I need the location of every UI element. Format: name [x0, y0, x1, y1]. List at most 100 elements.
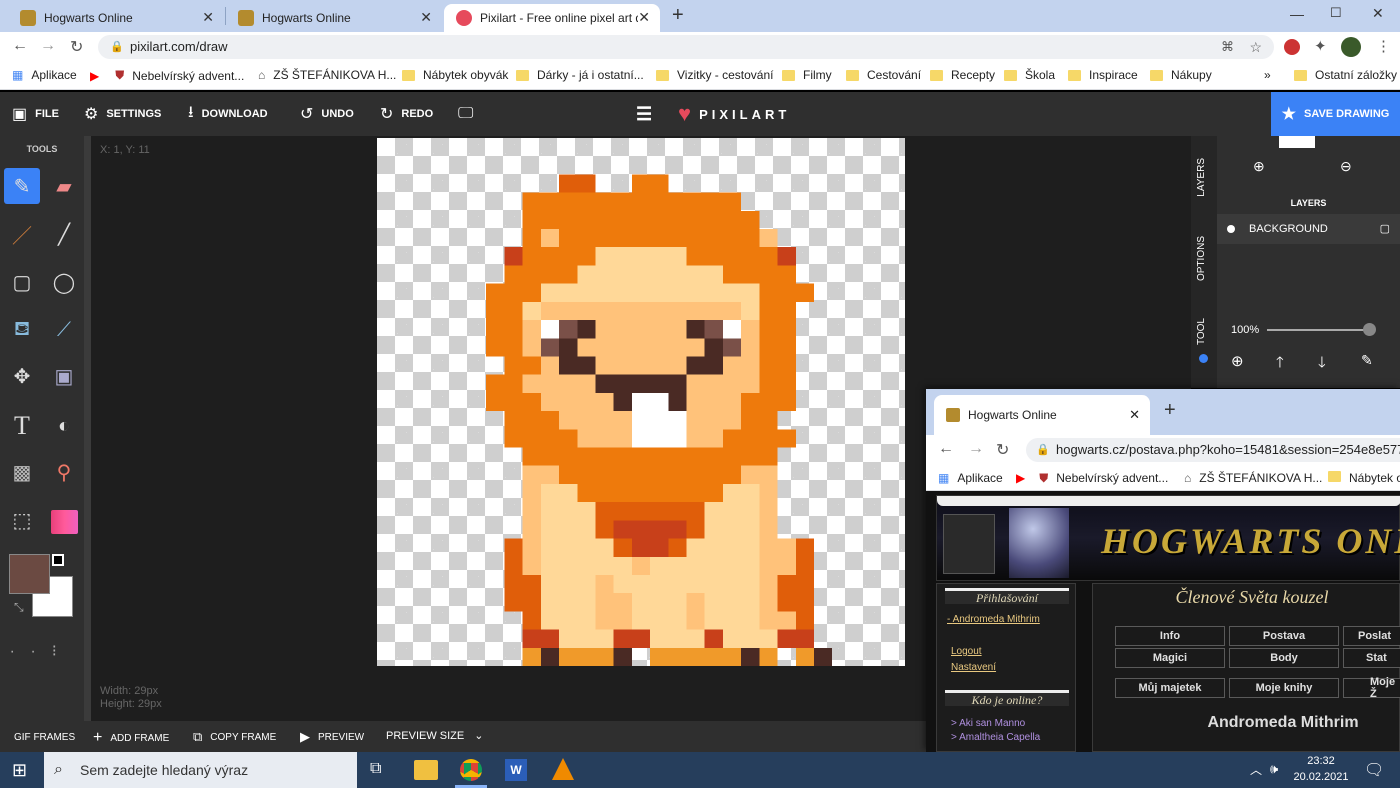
task-view-icon[interactable]: ⧉	[370, 760, 381, 778]
tab-tool[interactable]: TOOL	[1196, 318, 1207, 345]
lighten-tool-icon[interactable]: ◐	[46, 408, 82, 444]
primary-color-swatch[interactable]	[9, 554, 50, 594]
profile-avatar[interactable]	[1341, 37, 1361, 57]
zoom-in-icon[interactable]: ⊕	[1253, 158, 1265, 175]
gif-frames-label[interactable]: GIF FRAMES	[14, 732, 75, 743]
postava-button[interactable]: Postava	[1229, 626, 1339, 646]
opacity-slider[interactable]	[1267, 329, 1367, 331]
close-tab-icon[interactable]: ✕	[638, 9, 650, 26]
browser-tab[interactable]: Hogwarts Online ✕	[226, 4, 442, 32]
reload-icon[interactable]: ↻	[70, 37, 83, 57]
more-icon[interactable]: ⋮	[1376, 37, 1391, 55]
bookmark-apps[interactable]: ▦ Aplikace	[938, 471, 1003, 485]
circle-tool-icon[interactable]: ◯	[46, 264, 82, 300]
hamburger-menu-icon[interactable]: ☰	[636, 92, 652, 136]
translate-icon[interactable]: ⌘	[1221, 35, 1234, 59]
fullscreen-button[interactable]: 🖵	[458, 92, 481, 136]
bookmark[interactable]: Cestování	[846, 68, 921, 82]
bookmark[interactable]: Dárky - já i ostatní...	[516, 68, 644, 82]
download-button[interactable]: ⭳ DOWNLOAD	[188, 92, 268, 136]
line-tool-icon[interactable]: ╱	[46, 216, 82, 252]
online-user-link[interactable]: > Aki san Manno	[951, 718, 1025, 729]
opacity-slider-handle[interactable]	[1363, 323, 1376, 336]
tab-options[interactable]: OPTIONS	[1196, 236, 1207, 281]
body-button[interactable]: Body	[1229, 648, 1339, 668]
user-link[interactable]: - Andromeda Mithrim	[947, 614, 1040, 625]
browser-tab[interactable]: Hogwarts Online ✕	[8, 4, 224, 32]
puzzle-icon[interactable]: ✦	[1314, 37, 1327, 55]
brush-tool-icon[interactable]: ／	[4, 216, 40, 252]
bookmark-other[interactable]: Ostatní záložky	[1294, 68, 1397, 82]
stamp-tool-icon[interactable]: ⚲	[46, 454, 82, 490]
layer-visibility-icon[interactable]	[1227, 225, 1235, 233]
bookmark[interactable]: ⌂ ZŠ ŠTEFÁNIKOVA H...	[258, 68, 396, 82]
canvas-preview-thumbnail[interactable]	[1279, 136, 1315, 148]
close-tab-icon[interactable]: ✕	[202, 9, 214, 26]
maximize-icon[interactable]: ☐	[1330, 5, 1342, 21]
dither-tool-icon[interactable]: ▩	[4, 454, 40, 490]
bookmark[interactable]: ▶ ⛊ Nebelvírský advent...	[1016, 471, 1168, 486]
poslat-button[interactable]: Poslat	[1343, 626, 1400, 646]
bookmark[interactable]: Inspirace	[1068, 68, 1138, 82]
bookmark[interactable]: Škola	[1004, 68, 1055, 82]
new-tab-icon[interactable]: +	[1164, 399, 1176, 422]
bookmark[interactable]: ⌂ ZŠ ŠTEFÁNIKOVA H...	[1184, 471, 1322, 485]
file-explorer-icon[interactable]	[414, 760, 438, 780]
new-tab-icon[interactable]: +	[672, 4, 684, 27]
bookmarks-overflow[interactable]: »	[1264, 68, 1271, 82]
bookmark[interactable]: Nábytek obyvák	[402, 68, 508, 82]
eyedropper-tool-icon[interactable]: ⟋	[46, 312, 82, 348]
show-hidden-icons-chevron[interactable]: ︿	[1250, 761, 1262, 778]
tab-layers[interactable]: LAYERS	[1196, 158, 1207, 197]
info-button[interactable]: Info	[1115, 626, 1225, 646]
add-layer-icon[interactable]: ⊕	[1231, 352, 1244, 370]
bookmark[interactable]: Nábytek ob	[1328, 471, 1400, 485]
minimize-icon[interactable]: —	[1290, 6, 1304, 22]
rectangle-tool-icon[interactable]: ▢	[4, 264, 40, 300]
settings-button[interactable]: ⚙ SETTINGS	[84, 92, 161, 136]
bookmark[interactable]: Filmy	[782, 68, 832, 82]
url-field[interactable]: 🔒 hogwarts.cz/postava.php?koho=15481&ses…	[1026, 438, 1400, 462]
reload-icon[interactable]: ↻	[996, 440, 1009, 460]
preview-size-dropdown[interactable]: PREVIEW SIZE ⌄	[386, 729, 483, 743]
preview-button[interactable]: ▶ PREVIEW	[300, 729, 364, 745]
forward-icon[interactable]: →	[40, 37, 56, 55]
select-tool-icon[interactable]: ▣	[46, 358, 82, 394]
clock-time[interactable]: 23:32	[1296, 755, 1346, 767]
text-tool-icon[interactable]: T	[4, 408, 40, 444]
save-drawing-button[interactable]: ★ SAVE DRAWING	[1271, 92, 1400, 136]
close-window-icon[interactable]: ✕	[1372, 5, 1384, 22]
moje-z-button[interactable]: Moje Ž	[1343, 676, 1400, 700]
redo-button[interactable]: ↻ REDO	[380, 92, 433, 136]
zoom-out-icon[interactable]: ⊖	[1340, 158, 1352, 175]
close-tab-icon[interactable]: ✕	[420, 9, 432, 26]
layer-row[interactable]: BACKGROUND ▢	[1217, 214, 1400, 244]
file-menu-button[interactable]: ▣ FILE	[12, 92, 59, 136]
close-tab-icon[interactable]: ✕	[1129, 407, 1140, 423]
pencil-tool-icon[interactable]: ✎	[4, 168, 40, 204]
notifications-icon[interactable]: 🗨	[1364, 760, 1384, 780]
bookmark[interactable]: Nákupy	[1150, 68, 1212, 82]
undo-button[interactable]: ↺ UNDO	[300, 92, 354, 136]
swap-colors-icon[interactable]: ⤡	[14, 600, 24, 615]
star-icon[interactable]: ☆	[1249, 35, 1262, 59]
drawing-canvas[interactable]	[377, 138, 905, 666]
settings-link[interactable]: Nastavení	[951, 662, 996, 673]
bucket-tool-icon[interactable]: ⛾	[4, 312, 40, 348]
magici-button[interactable]: Magici	[1115, 648, 1225, 668]
back-icon[interactable]: ←	[12, 37, 28, 55]
word-icon[interactable]: W	[505, 759, 527, 781]
reset-colors-icon[interactable]	[52, 554, 64, 566]
majetek-button[interactable]: Můj majetek	[1115, 678, 1225, 698]
copy-frame-button[interactable]: ⧉ COPY FRAME	[193, 729, 276, 745]
bookmark[interactable]: Recepty	[930, 68, 995, 82]
stat-button[interactable]: Stat	[1343, 648, 1400, 668]
url-field[interactable]: 🔒 pixilart.com/draw ⌘ ☆	[98, 35, 1274, 59]
crop-tool-icon[interactable]: ⬚	[4, 502, 40, 538]
eraser-tool-icon[interactable]: ▰	[46, 168, 82, 204]
taskbar-search-box[interactable]: ⌕ Sem zadejte hledaný výraz	[44, 752, 357, 788]
more-tools-icon[interactable]: ∙ ∙ ⁝	[10, 641, 63, 661]
add-frame-button[interactable]: + ADD FRAME	[93, 729, 169, 747]
bookmark[interactable]: ▶ ⛊ Nebelvírský advent...	[90, 68, 244, 83]
extension-icon[interactable]	[1284, 39, 1300, 55]
